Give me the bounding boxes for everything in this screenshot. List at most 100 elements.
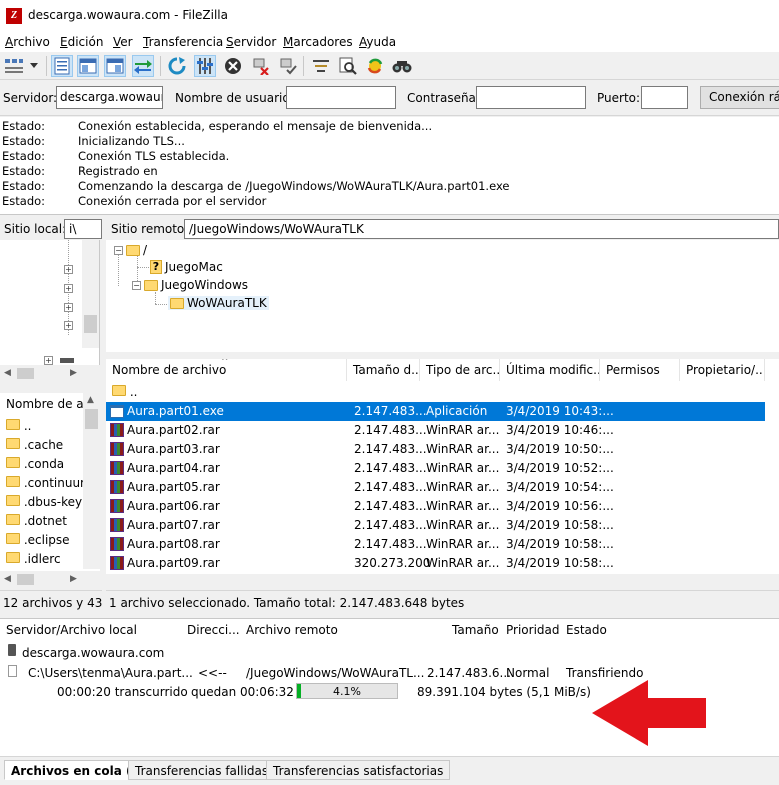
local-site-path[interactable]: i\	[64, 219, 102, 239]
remote-column-name[interactable]: Nombre de archivo ^	[106, 359, 347, 381]
expand-icon[interactable]: +	[64, 321, 73, 330]
folder-icon	[170, 297, 184, 309]
table-row[interactable]: Aura.part01.exe 2.147.483... Aplicación …	[106, 402, 765, 421]
disconnect-icon[interactable]	[250, 55, 272, 77]
winrar-icon	[110, 537, 124, 551]
queue-column-direction[interactable]: Direcci...	[187, 623, 240, 637]
local-list-vscroll[interactable]: ▲	[83, 393, 100, 569]
list-item[interactable]: .dbus-keyri	[0, 493, 90, 512]
table-row[interactable]: Aura.part05.rar 2.147.483... WinRAR ar..…	[106, 478, 765, 497]
sync-browse-icon[interactable]	[364, 55, 386, 77]
menu-edicion[interactable]: Edición	[60, 35, 103, 49]
folder-icon	[6, 514, 20, 525]
local-list-hscroll[interactable]: ◀ ▶	[0, 571, 100, 588]
list-item[interactable]: .eclipse	[0, 531, 82, 550]
tree-node-root[interactable]: − /	[114, 243, 147, 257]
progress-label: 4.1%	[333, 685, 361, 698]
queue-server[interactable]: descarga.wowaura.com	[22, 646, 164, 660]
remote-file-list: Nombre de archivo ^ Tamaño d... Tipo de a…	[106, 359, 779, 574]
menu-ver[interactable]: Ver	[113, 35, 133, 49]
winrar-icon	[110, 480, 124, 494]
folder-icon	[6, 476, 20, 487]
server-label: Servidor:	[3, 91, 58, 105]
list-item[interactable]: .dotnet	[0, 512, 82, 531]
expand-icon[interactable]: +	[44, 356, 53, 365]
red-annotation-arrow-icon	[592, 680, 706, 746]
toggle-log-icon[interactable]	[51, 55, 73, 77]
table-row[interactable]: Aura.part09.rar 320.273.200 WinRAR ar...…	[106, 554, 765, 573]
list-item[interactable]: .conda	[0, 455, 82, 474]
local-tree-vscroll[interactable]	[82, 240, 99, 348]
filter-icon[interactable]	[310, 55, 332, 77]
remote-column-modified[interactable]: Última modific...	[500, 359, 600, 381]
queue-column-remote[interactable]: Archivo remoto	[246, 623, 338, 637]
menu-ayuda[interactable]: Ayuda	[359, 35, 396, 49]
password-label: Contraseña:	[407, 91, 480, 105]
list-item[interactable]: .continuum	[0, 474, 92, 493]
folder-icon	[6, 533, 20, 544]
local-file-list: Nombre de archivo .. .cache .conda .cont…	[0, 393, 100, 588]
winrar-icon	[110, 518, 124, 532]
menu-archivo[interactable]: Archivo	[5, 35, 50, 49]
toggle-queue-icon[interactable]	[132, 55, 154, 77]
remote-site-path[interactable]: /JuegoWindows/WoWAuraTLK	[184, 219, 779, 239]
expand-icon[interactable]: +	[64, 265, 73, 274]
local-column-name[interactable]: Nombre de archivo	[0, 393, 84, 415]
local-tree-hscroll[interactable]: ◀ ▶	[0, 365, 100, 382]
table-row[interactable]: Aura.part07.rar 2.147.483... WinRAR ar..…	[106, 516, 765, 535]
queue-remote-file[interactable]: /JuegoWindows/WoWAuraTL...	[246, 666, 424, 680]
list-item[interactable]: ..	[0, 417, 82, 436]
remote-column-permissions[interactable]: Permisos	[600, 359, 680, 381]
winrar-icon	[110, 556, 124, 570]
menu-marcadores[interactable]: Marcadores	[283, 35, 353, 49]
toggle-remote-tree-icon[interactable]	[104, 55, 126, 77]
queue-column-local[interactable]: Servidor/Archivo local	[6, 623, 137, 637]
tab-failed-transfers[interactable]: Transferencias fallidas	[128, 760, 276, 780]
expand-icon[interactable]: +	[64, 284, 73, 293]
expand-icon[interactable]: +	[64, 303, 73, 312]
password-input[interactable]	[476, 86, 586, 109]
menu-servidor[interactable]: Servidor	[226, 35, 276, 49]
quickconnect-button[interactable]: Conexión rápida	[700, 86, 779, 109]
port-input[interactable]	[641, 86, 688, 109]
folder-icon	[6, 495, 20, 506]
table-row[interactable]: Aura.part04.rar 2.147.483... WinRAR ar..…	[106, 459, 765, 478]
list-item[interactable]: .cache	[0, 436, 82, 455]
server-input[interactable]: descarga.wowaura.com	[56, 86, 163, 109]
remote-column-size[interactable]: Tamaño d...	[347, 359, 420, 381]
table-row[interactable]: Aura.part06.rar 2.147.483... WinRAR ar..…	[106, 497, 765, 516]
tree-node-juegowindows[interactable]: − JuegoWindows	[132, 278, 248, 292]
tree-node-wowauratlk[interactable]: WoWAuraTLK	[168, 296, 269, 310]
winrar-icon	[110, 461, 124, 475]
cancel-icon[interactable]	[222, 55, 244, 77]
dropdown-arrow-icon[interactable]	[27, 55, 41, 77]
list-item[interactable]: .idlerc	[0, 550, 82, 569]
remote-site-header: Sitio remoto: /JuegoWindows/WoWAuraTLK	[106, 217, 779, 241]
process-queue-icon[interactable]	[194, 55, 216, 77]
reconnect-icon[interactable]	[277, 55, 299, 77]
remote-status: 1 archivo seleccionado. Tamaño total: 2.…	[106, 590, 779, 614]
table-row[interactable]: Aura.part03.rar 2.147.483... WinRAR ar..…	[106, 440, 765, 459]
site-manager-icon[interactable]	[3, 55, 25, 77]
search-icon[interactable]	[391, 55, 413, 77]
remote-column-owner[interactable]: Propietario/...	[680, 359, 765, 381]
username-input[interactable]	[286, 86, 396, 109]
local-status: 12 archivos y 43 directorios	[0, 590, 102, 614]
queue-column-status[interactable]: Estado	[566, 623, 607, 637]
collapse-icon: −	[114, 245, 123, 255]
queue-column-size[interactable]: Tamaño	[452, 623, 499, 637]
refresh-icon[interactable]	[166, 55, 188, 77]
collapse-icon: −	[132, 280, 141, 290]
tree-node-juegomac[interactable]: ? JuegoMac	[150, 260, 223, 274]
remote-column-type[interactable]: Tipo de arc...	[420, 359, 500, 381]
toggle-local-tree-icon[interactable]	[77, 55, 99, 77]
table-row[interactable]: Aura.part08.rar 2.147.483... WinRAR ar..…	[106, 535, 765, 554]
table-row[interactable]: Aura.part02.rar 2.147.483... WinRAR ar..…	[106, 421, 765, 440]
queue-local-file[interactable]: C:\Users\tenma\Aura.part...	[28, 666, 193, 680]
compare-icon[interactable]	[337, 55, 359, 77]
queue-state: Transfiriendo	[566, 666, 644, 680]
queue-column-priority[interactable]: Prioridad	[506, 623, 560, 637]
tab-successful-transfers[interactable]: Transferencias satisfactorias	[266, 760, 451, 780]
table-row[interactable]: ..	[106, 383, 765, 402]
menu-transferencia[interactable]: Transferencia	[143, 35, 223, 49]
